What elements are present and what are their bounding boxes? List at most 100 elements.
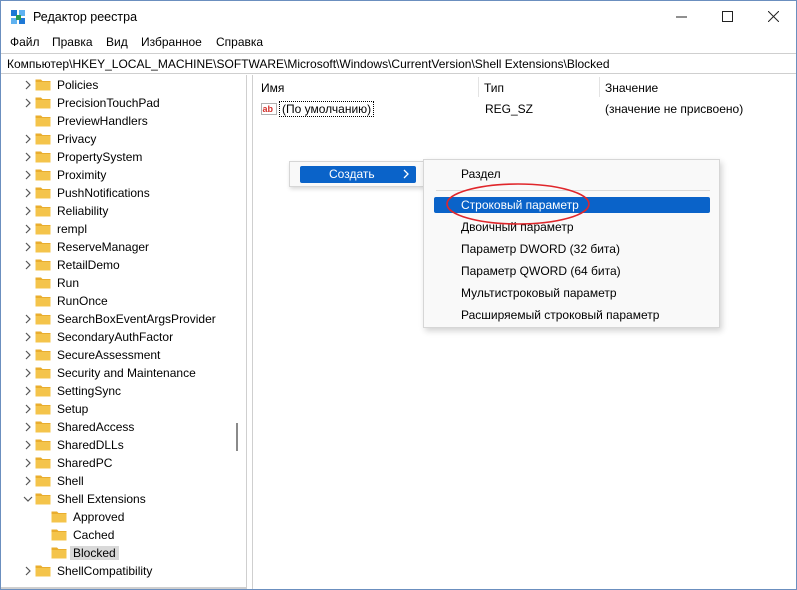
- tree-item[interactable]: Policies: [1, 76, 233, 94]
- submenu-item-label: Расширяемый строковый параметр: [461, 308, 660, 322]
- column-header-type[interactable]: Тип: [484, 81, 504, 95]
- folder-icon: [35, 187, 51, 199]
- column-divider[interactable]: [478, 77, 479, 97]
- submenu-item-binary-value[interactable]: Двоичный параметр: [434, 219, 710, 235]
- submenu-item-label: Двоичный параметр: [461, 220, 574, 234]
- tree-item[interactable]: Proximity: [1, 166, 233, 184]
- tree-item[interactable]: SharedPC: [1, 454, 233, 472]
- submenu-item-string-value[interactable]: Строковый параметр: [434, 197, 710, 213]
- string-value-icon: ab: [261, 103, 277, 115]
- chevron-right-icon[interactable]: [23, 368, 33, 378]
- chevron-right-icon[interactable]: [23, 188, 33, 198]
- value-row[interactable]: ab (По умолчанию) REG_SZ (значение не пр…: [257, 99, 793, 119]
- chevron-right-icon[interactable]: [23, 206, 33, 216]
- tree-item[interactable]: ReserveManager: [1, 238, 233, 256]
- chevron-right-icon[interactable]: [23, 476, 33, 486]
- chevron-right-icon[interactable]: [23, 458, 33, 468]
- tree-item-label: ShellCompatibility: [57, 564, 153, 578]
- column-header-data[interactable]: Значение: [605, 81, 658, 95]
- tree-scrollbar-thumb[interactable]: [236, 423, 238, 451]
- close-icon: [767, 11, 779, 22]
- tree-item-label: Shell Extensions: [57, 492, 146, 506]
- tree-item[interactable]: Privacy: [1, 130, 233, 148]
- chevron-right-icon[interactable]: [23, 134, 33, 144]
- maximize-icon: [721, 11, 733, 22]
- chevron-right-icon[interactable]: [23, 170, 33, 180]
- chevron-right-icon[interactable]: [23, 242, 33, 252]
- submenu-item-qword-value[interactable]: Параметр QWORD (64 бита): [434, 263, 710, 279]
- menu-file[interactable]: Файл: [10, 35, 40, 49]
- tree-item[interactable]: ShellCompatibility: [1, 562, 233, 580]
- tree-item[interactable]: PreviewHandlers: [1, 112, 233, 130]
- maximize-button[interactable]: [704, 1, 750, 32]
- tree-item[interactable]: SharedDLLs: [1, 436, 233, 454]
- folder-icon: [35, 367, 51, 379]
- menu-item-create[interactable]: Создать: [300, 166, 416, 183]
- tree-item[interactable]: PrecisionTouchPad: [1, 94, 233, 112]
- tree-item[interactable]: PropertySystem: [1, 148, 233, 166]
- chevron-right-icon[interactable]: [23, 350, 33, 360]
- chevron-right-icon[interactable]: [23, 566, 33, 576]
- chevron-right-icon[interactable]: [23, 440, 33, 450]
- submenu-item-expandable-string-value[interactable]: Расширяемый строковый параметр: [434, 307, 710, 323]
- tree-item[interactable]: Cached: [1, 526, 233, 544]
- tree-item-label: SecondaryAuthFactor: [57, 330, 174, 344]
- chevron-right-icon[interactable]: [23, 98, 33, 108]
- tree-item[interactable]: Blocked: [1, 544, 233, 562]
- submenu-item-multistring-value[interactable]: Мультистроковый параметр: [434, 285, 710, 301]
- chevron-down-icon[interactable]: [23, 494, 33, 504]
- tree-item[interactable]: rempl: [1, 220, 233, 238]
- values-pane[interactable]: Имя Тип Значение ab (По умолчанию) REG_S…: [252, 75, 796, 589]
- folder-icon: [35, 295, 51, 307]
- tree-item[interactable]: SharedAccess: [1, 418, 233, 436]
- value-type: REG_SZ: [485, 102, 534, 116]
- chevron-right-icon[interactable]: [23, 404, 33, 414]
- tree-item[interactable]: Run: [1, 274, 233, 292]
- chevron-right-icon[interactable]: [23, 80, 33, 90]
- tree-item[interactable]: Reliability: [1, 202, 233, 220]
- tree-item[interactable]: PushNotifications: [1, 184, 233, 202]
- menu-edit[interactable]: Правка: [52, 35, 93, 49]
- tree-horizontal-scrollbar[interactable]: [1, 587, 246, 589]
- chevron-right-icon[interactable]: [23, 314, 33, 324]
- tree-item[interactable]: RetailDemo: [1, 256, 233, 274]
- value-data: (значение не присвоено): [605, 102, 744, 116]
- tree-item-label: Blocked: [70, 546, 119, 560]
- chevron-right-icon[interactable]: [23, 260, 33, 270]
- folder-icon: [35, 313, 51, 325]
- column-header-name[interactable]: Имя: [261, 81, 284, 95]
- folder-icon: [35, 241, 51, 253]
- folder-icon: [35, 349, 51, 361]
- submenu-item-dword-value[interactable]: Параметр DWORD (32 бита): [434, 241, 710, 257]
- tree-item[interactable]: Shell Extensions: [1, 490, 233, 508]
- submenu-item-key[interactable]: Раздел: [434, 166, 710, 182]
- chevron-right-icon[interactable]: [23, 332, 33, 342]
- tree-item[interactable]: Setup: [1, 400, 233, 418]
- tree-item[interactable]: SettingSync: [1, 382, 233, 400]
- close-button[interactable]: [750, 1, 796, 32]
- tree-item[interactable]: RunOnce: [1, 292, 233, 310]
- tree-pane[interactable]: Policies PrecisionTouchPad PreviewHandlers…: [1, 75, 247, 589]
- chevron-right-icon[interactable]: [23, 422, 33, 432]
- tree-item-label: ReserveManager: [57, 240, 150, 254]
- submenu-separator: [436, 190, 710, 191]
- menu-view[interactable]: Вид: [106, 35, 128, 49]
- minimize-button[interactable]: [658, 1, 704, 32]
- tree-item[interactable]: Security and Maintenance: [1, 364, 233, 382]
- tree-item[interactable]: Approved: [1, 508, 233, 526]
- chevron-right-icon[interactable]: [23, 386, 33, 396]
- chevron-right-icon[interactable]: [23, 152, 33, 162]
- tree-item[interactable]: SecondaryAuthFactor: [1, 328, 233, 346]
- menu-help[interactable]: Справка: [216, 35, 263, 49]
- folder-icon: [35, 421, 51, 433]
- folder-icon: [35, 457, 51, 469]
- tree-item[interactable]: Shell: [1, 472, 233, 490]
- menu-favorites[interactable]: Избранное: [141, 35, 202, 49]
- tree-item[interactable]: SecureAssessment: [1, 346, 233, 364]
- address-bar[interactable]: Компьютер\HKEY_LOCAL_MACHINE\SOFTWARE\Mi…: [1, 53, 796, 74]
- tree-item[interactable]: SearchBoxEventArgsProvider: [1, 310, 233, 328]
- tree-item-label: Run: [57, 276, 80, 290]
- folder-icon: [35, 277, 51, 289]
- chevron-right-icon[interactable]: [23, 224, 33, 234]
- column-divider[interactable]: [599, 77, 600, 97]
